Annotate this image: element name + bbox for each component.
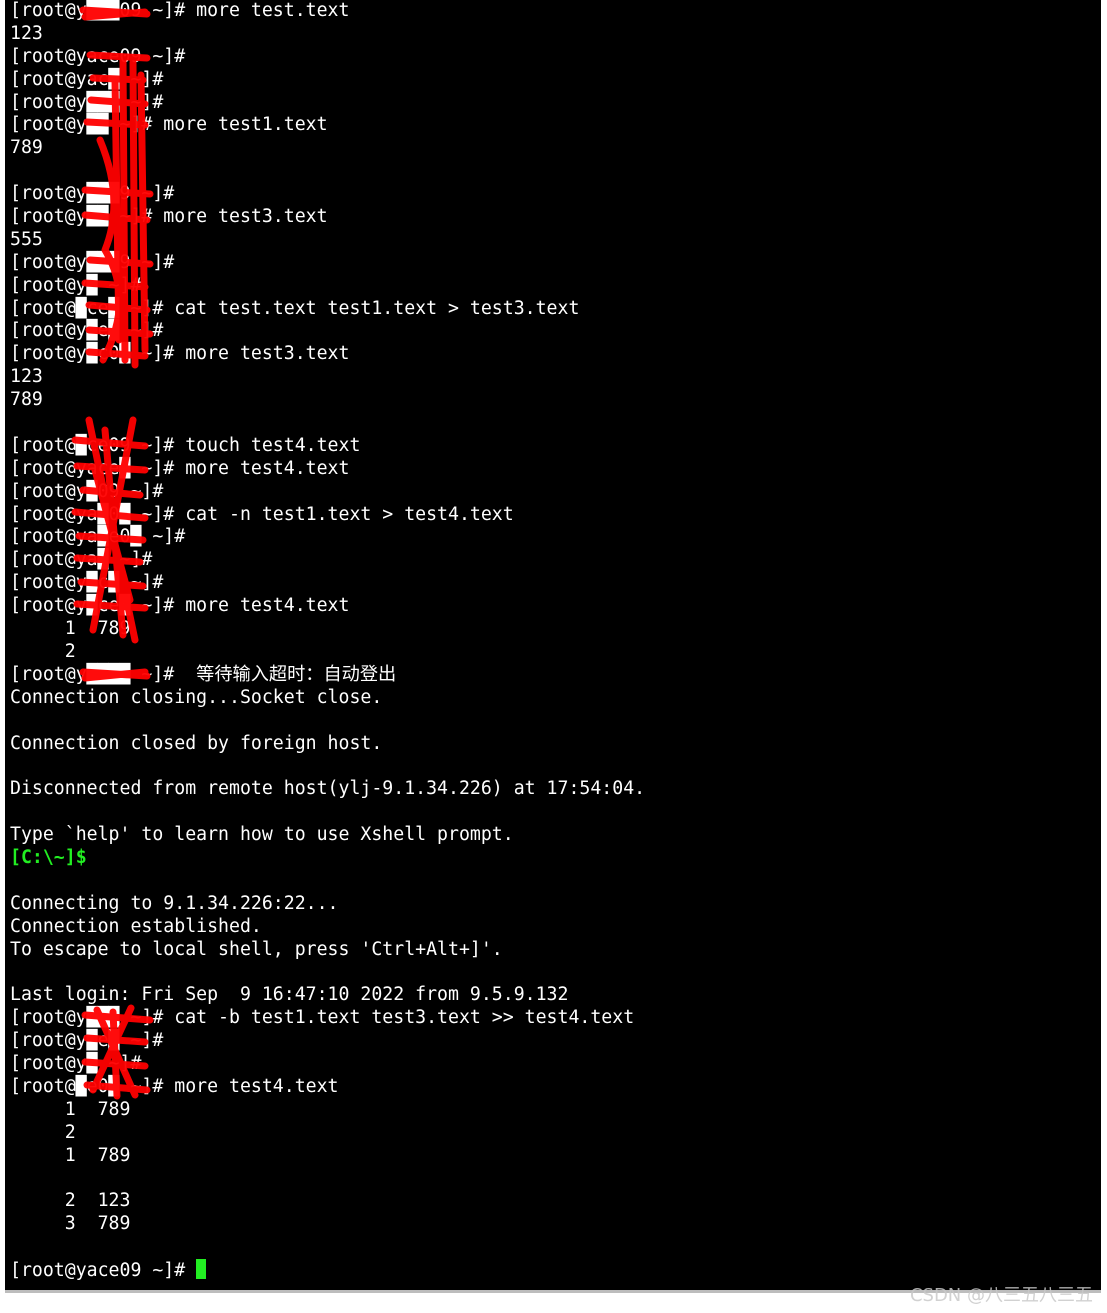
terminal-line: [root@y███ ~]# (10, 91, 164, 113)
terminal-line: 3 789 (10, 1213, 131, 1235)
terminal-line: [root@yace09 ~]# (10, 45, 186, 67)
terminal-line: [root@y██ ~]# more test3.text (10, 206, 328, 228)
terminal-line: [root@y██ ~]# more test1.text (10, 114, 328, 136)
terminal-line: Connection closed by foreign host. (10, 732, 383, 754)
terminal-cursor (196, 1258, 207, 1279)
terminal-line: [root@y█c█ ~]# (10, 572, 164, 594)
terminal-line: 1 789 (10, 618, 131, 640)
terminal-line: [root@ya█0█ ~]# cat -n test1.text > test… (10, 503, 514, 525)
terminal-line: 1 789 (10, 1144, 131, 1166)
terminal-line: Type `help' to learn how to use Xshell p… (10, 824, 514, 846)
terminal-line: 123 (10, 22, 43, 44)
terminal-line: [root@y█ ~]# (10, 1052, 142, 1074)
terminal-line: 2 (10, 1121, 76, 1143)
terminal-line: 2 123 (10, 1190, 131, 1212)
terminal-line: 789 (10, 137, 43, 159)
terminal-line: [root@█ce09 ~]# touch test4.text (10, 434, 361, 456)
terminal-line: [root@y█e█ ~]# (10, 320, 164, 342)
terminal-line: Connecting to 9.1.34.226:22... (10, 892, 339, 914)
terminal-line: [root@y███09 ~]# more test.text (10, 0, 350, 21)
csdn-watermark: CSDN @八三五八三五 (909, 1285, 1093, 1306)
terminal-line: [root@y████ ~]# 等待输入超时：自动登出 (10, 663, 397, 685)
terminal-line: [root@y█e█ ~]# (10, 1030, 164, 1052)
terminal-line: Disconnected from remote host(ylj-9.1.34… (10, 778, 646, 800)
terminal-line: [root@yac█ ~]# (10, 68, 164, 90)
terminal-line: [root@y█ce█ ~]# more test4.text (10, 595, 350, 617)
terminal-line: [root@█ce█ ~]# cat test.text test1.text … (10, 297, 580, 319)
terminal-line: [root@y███9 ~]# (10, 183, 175, 205)
terminal-line: Last login: Fri Sep 9 16:47:10 2022 from… (10, 984, 569, 1006)
terminal-line: 123 (10, 366, 43, 388)
terminal-line: [root@ya█ ~]# (10, 549, 153, 571)
terminal-line: Connection closing...Socket close. (10, 686, 383, 708)
terminal-output: [root@y███09 ~]# more test.text 123 [root@… (10, 0, 645, 1282)
terminal-line: 1 789 (10, 1098, 131, 1120)
terminal-line: [root@y█09 ~]# (10, 480, 164, 502)
terminal-line: [root@ya█e0█ ~]# (10, 526, 186, 548)
terminal-line: [root@y█ ~]# (10, 274, 142, 296)
terminal-line: [root@y█c0█ ~]# more test3.text (10, 343, 350, 365)
terminal-line: Connection established. (10, 915, 262, 937)
terminal-line: [root@yace09 ~]# (10, 1258, 645, 1282)
terminal-line: [root@yace█ ~]# more test4.text (10, 457, 350, 479)
terminal-line: [root@█e0█ ~]# more test4.text (10, 1075, 339, 1097)
terminal-line: [root@y███9 ~]# (10, 251, 175, 273)
terminal-line: 2 (10, 640, 76, 662)
terminal-line: [root@y███ ~]# cat -b test1.text test3.t… (10, 1007, 635, 1029)
terminal-window[interactable]: [root@y███09 ~]# more test.text 123 [root@… (5, 0, 1101, 1290)
terminal-line: 789 (10, 389, 43, 411)
terminal-line: [C:\~]$ (10, 846, 87, 868)
terminal-line: 555 (10, 228, 43, 250)
terminal-line: To escape to local shell, press 'Ctrl+Al… (10, 938, 503, 960)
